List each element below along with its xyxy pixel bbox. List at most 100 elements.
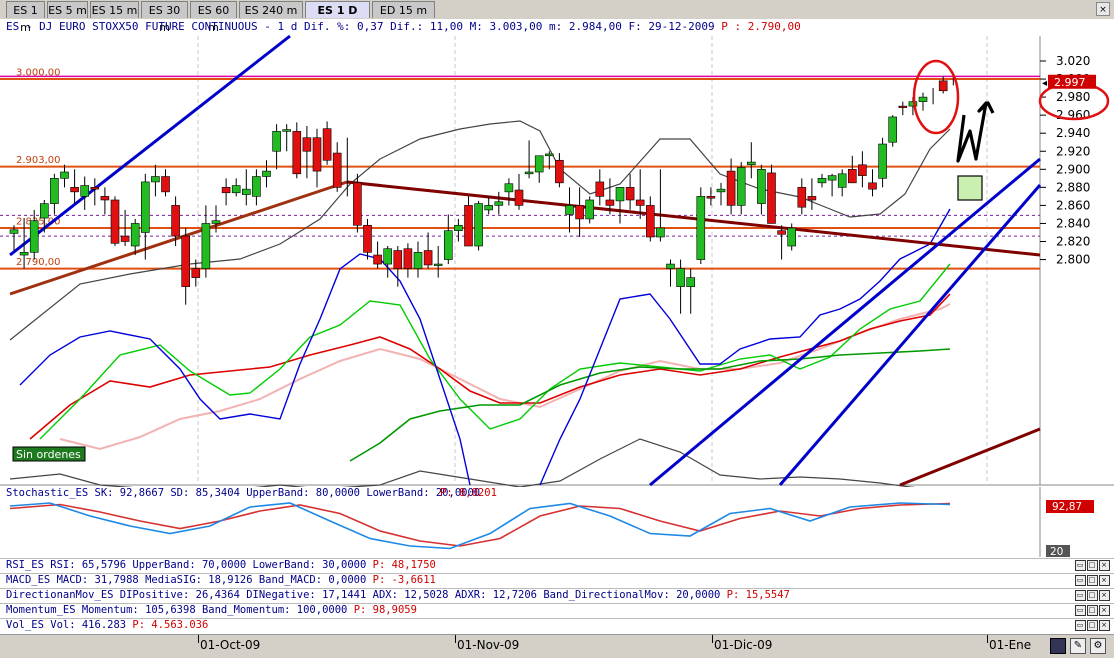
close-icon[interactable]: ×: [1099, 560, 1110, 571]
current-price-arrow: ◂: [1042, 78, 1047, 89]
price-tick-label: 2.980: [1056, 90, 1090, 104]
candle-body: [312, 137, 322, 172]
restore-icon[interactable]: ▭: [1075, 590, 1086, 601]
candle-body: [302, 137, 312, 152]
dmi-window-buttons[interactable]: ▭ □ ×: [1074, 590, 1110, 601]
candle-body: [383, 248, 393, 265]
candle-body: [474, 203, 483, 247]
tab-es-60-m[interactable]: ES 60 m: [190, 1, 237, 34]
date-label-nov: 01-Nov-09: [457, 638, 520, 652]
candle-body: [322, 128, 332, 161]
close-icon[interactable]: ×: [1099, 605, 1110, 616]
tab-es-1-m[interactable]: ES 1 m: [6, 1, 45, 34]
candle-body: [656, 227, 665, 238]
settings-icon[interactable]: ⚙: [1090, 638, 1106, 654]
candle-body: [514, 189, 524, 206]
candle-body: [938, 80, 948, 92]
candle-body: [524, 171, 534, 175]
candle-body: [898, 105, 908, 108]
candle-body: [120, 235, 130, 242]
candle-body: [837, 173, 847, 188]
restore-icon[interactable]: ▭: [1075, 605, 1086, 616]
indicator-dmi: DirectionanMov_ES DIPositive: 26,4364 DI…: [0, 588, 1114, 602]
restore-icon[interactable]: ▭: [1075, 575, 1086, 586]
candle-body: [605, 199, 615, 206]
close-icon[interactable]: ×: [1096, 2, 1110, 16]
candle-body: [9, 229, 19, 234]
dmi-p: P: 15,5547: [720, 589, 790, 601]
candle-body: [221, 187, 231, 194]
candle-body: [736, 167, 746, 206]
candle-body: [484, 205, 494, 211]
candle-body: [918, 96, 928, 102]
close-icon[interactable]: ×: [1099, 620, 1110, 631]
maximize-icon[interactable]: □: [1087, 590, 1098, 601]
candle-body: [332, 152, 342, 188]
rsi-p: P: 48,1750: [366, 559, 436, 571]
candle-body: [181, 235, 190, 287]
tab-es-15-m[interactable]: ES 15 m: [90, 1, 139, 18]
maximize-icon[interactable]: □: [1087, 620, 1098, 631]
maximize-icon[interactable]: □: [1087, 575, 1098, 586]
restore-icon[interactable]: ▭: [1075, 560, 1086, 571]
price-tick-label: 2.800: [1056, 253, 1090, 267]
close-icon[interactable]: ×: [1099, 575, 1110, 586]
maximize-icon[interactable]: □: [1087, 560, 1098, 571]
candle-body: [39, 203, 49, 219]
candle-body: [595, 181, 605, 197]
candle-body: [353, 182, 362, 226]
restore-icon[interactable]: ▭: [1075, 620, 1086, 631]
candle-body: [888, 116, 898, 143]
candle-body: [878, 143, 887, 179]
volume-window-buttons[interactable]: ▭ □ ×: [1074, 620, 1110, 631]
tab-es-1-d[interactable]: ES 1 D: [305, 1, 370, 18]
candle-body: [706, 196, 716, 199]
candle-body: [666, 263, 675, 269]
candle-body: [80, 185, 89, 197]
candle-body: [645, 205, 655, 238]
candle-body: [676, 268, 685, 287]
candle-body: [696, 196, 706, 260]
tab-es-240-m[interactable]: ES 240 m: [239, 1, 303, 18]
candle-body: [141, 181, 150, 233]
macd-p: P: -3,6611: [366, 574, 436, 586]
save-icon[interactable]: [1050, 638, 1066, 654]
candle-body: [504, 183, 514, 193]
level-label: 3.000,00: [16, 67, 61, 78]
price-tick-label: 2.940: [1056, 126, 1090, 140]
price-tick-label: 2.880: [1056, 180, 1090, 194]
candle-body: [686, 277, 696, 287]
tab-ed-15-m[interactable]: ED 15 m: [372, 1, 435, 18]
candle-body: [817, 178, 827, 184]
price-tick-label: 3.020: [1056, 54, 1090, 68]
candle-body: [534, 155, 544, 173]
candle-body: [585, 199, 595, 220]
candle-body: [403, 248, 413, 269]
maximize-icon[interactable]: □: [1087, 605, 1098, 616]
annotation-box: [957, 175, 983, 201]
candle-body: [50, 178, 59, 204]
rsi-window-buttons[interactable]: ▭ □ ×: [1074, 560, 1110, 571]
close-icon[interactable]: ×: [1099, 590, 1110, 601]
candle-body: [272, 131, 281, 152]
macd-window-buttons[interactable]: ▭ □ ×: [1074, 575, 1110, 586]
candle-body: [191, 268, 201, 278]
date-label-ene: 01-Ene: [989, 638, 1032, 652]
no-orders-label: Sin ordenes: [16, 448, 81, 461]
tab-es-5-m[interactable]: ES 5 m: [47, 1, 88, 18]
candle-body: [797, 187, 807, 208]
candle-body: [413, 252, 423, 269]
level-label: 2.790,00: [16, 257, 61, 268]
date-tick: [987, 635, 988, 643]
momentum-window-buttons[interactable]: ▭ □ ×: [1074, 605, 1110, 616]
candle-body: [171, 205, 180, 237]
stochastic-value: 92,87: [1052, 501, 1082, 513]
indicator-volume: Vol_ES Vol: 416.283 P: 4.563.036 ▭ □ ×: [0, 618, 1114, 632]
candle-body: [262, 170, 271, 177]
candle-body: [575, 205, 584, 220]
candle-body: [90, 187, 100, 190]
drawing-icon[interactable]: ✎: [1070, 638, 1086, 654]
candle-body: [716, 188, 726, 193]
price-tick-label: 2.920: [1056, 144, 1090, 158]
tab-es-30-m[interactable]: ES 30 m: [141, 1, 188, 34]
